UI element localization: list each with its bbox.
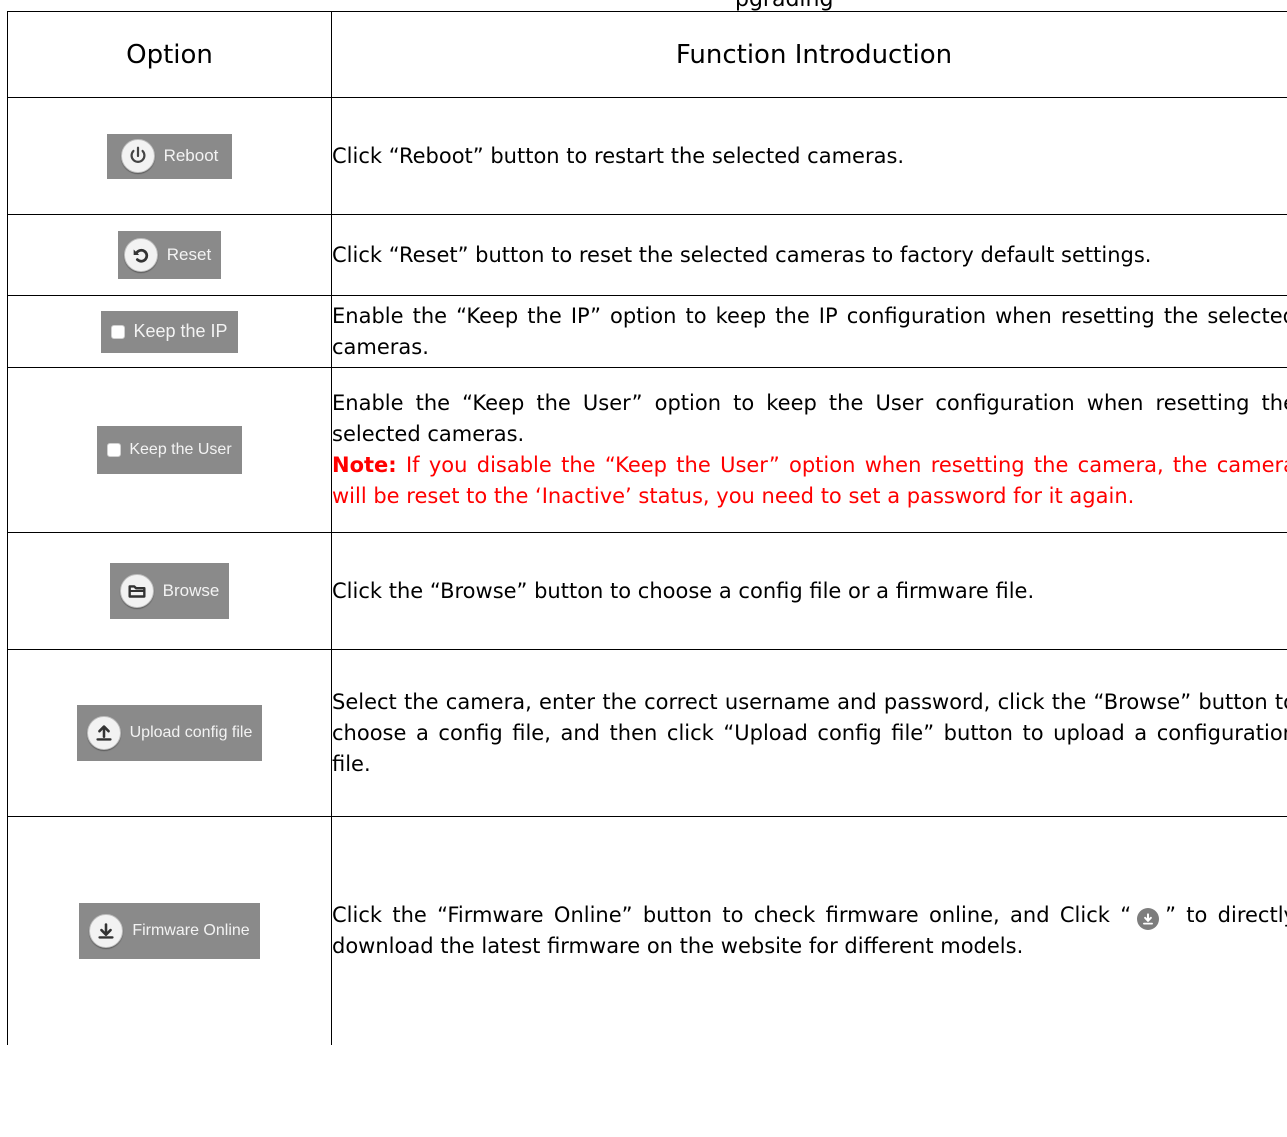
- option-cell: Upload config file: [7, 649, 332, 817]
- header-function-introduction: Function Introduction: [331, 11, 1287, 98]
- option-cell: Keep the User: [7, 367, 332, 533]
- option-cell: Reboot: [7, 97, 332, 215]
- table-row: Keep the User Enable the “Keep the User”…: [7, 367, 1287, 533]
- options-table: Option Function Introduction Reboot Clic…: [7, 11, 1287, 1045]
- keep-the-ip-label: Keep the IP: [133, 321, 228, 341]
- download-icon: [89, 913, 124, 948]
- firmware-online-label: Firmware Online: [132, 921, 250, 939]
- reboot-button[interactable]: Reboot: [106, 133, 233, 179]
- header-option: Option: [7, 11, 332, 98]
- reboot-button-label: Reboot: [163, 146, 219, 165]
- table-row: Browse Click the “Browse” button to choo…: [7, 532, 1287, 650]
- description-cell: Enable the “Keep the User” option to kee…: [331, 367, 1287, 533]
- keep-the-user-description: Enable the “Keep the User” option to kee…: [332, 391, 1287, 446]
- firmware-online-button[interactable]: Firmware Online: [79, 902, 260, 959]
- power-icon: [120, 139, 155, 173]
- description-cell: Enable the “Keep the IP” option to keep …: [331, 295, 1287, 368]
- keep-the-user-label: Keep the User: [129, 441, 232, 458]
- table-header-row: Option Function Introduction: [7, 11, 1287, 98]
- folder-icon: [119, 574, 154, 608]
- checkbox-icon: [107, 443, 122, 457]
- description-cell: Click “Reset” button to reset the select…: [331, 214, 1287, 296]
- note-label: Note:: [332, 453, 397, 477]
- option-cell: Reset: [7, 214, 332, 296]
- browse-button-label: Browse: [162, 581, 220, 600]
- browse-button[interactable]: Browse: [109, 563, 230, 619]
- keep-the-user-checkbox[interactable]: Keep the User: [97, 426, 242, 474]
- note-text: If you disable the “Keep the User” optio…: [332, 453, 1287, 508]
- firmware-online-description-start: Click the “Firmware Online” button to ch…: [332, 902, 1132, 927]
- upload-icon: [86, 716, 121, 750]
- reset-button[interactable]: Reset: [117, 231, 222, 279]
- option-cell: Keep the IP: [7, 295, 332, 368]
- option-cell: Browse: [7, 532, 332, 650]
- reset-button-label: Reset: [166, 245, 212, 264]
- option-cell: Firmware Online: [7, 816, 332, 1045]
- table-row: Upload config file Select the camera, en…: [7, 649, 1287, 817]
- checkbox-icon: [111, 324, 126, 339]
- description-cell: Click the “Browse” button to choose a co…: [331, 532, 1287, 650]
- keep-the-ip-checkbox[interactable]: Keep the IP: [101, 310, 238, 353]
- description-cell: Click the “Firmware Online” button to ch…: [331, 816, 1287, 1045]
- table-row: Reboot Click “Reboot” button to restart …: [7, 97, 1287, 215]
- table-row: Reset Click “Reset” button to reset the …: [7, 214, 1287, 296]
- undo-icon: [123, 238, 158, 272]
- download-icon: [1137, 907, 1160, 930]
- upload-config-file-button[interactable]: Upload config file: [76, 705, 263, 761]
- description-cell: Select the camera, enter the correct use…: [331, 649, 1287, 817]
- description-cell: Click “Reboot” button to restart the sel…: [331, 97, 1287, 215]
- upload-config-file-label: Upload config file: [129, 724, 253, 741]
- note: Note: If you disable the “Keep the User”…: [332, 453, 1287, 508]
- table-row: Firmware Online Click the “Firmware Onli…: [7, 816, 1287, 1045]
- table-row: Keep the IP Enable the “Keep the IP” opt…: [7, 295, 1287, 368]
